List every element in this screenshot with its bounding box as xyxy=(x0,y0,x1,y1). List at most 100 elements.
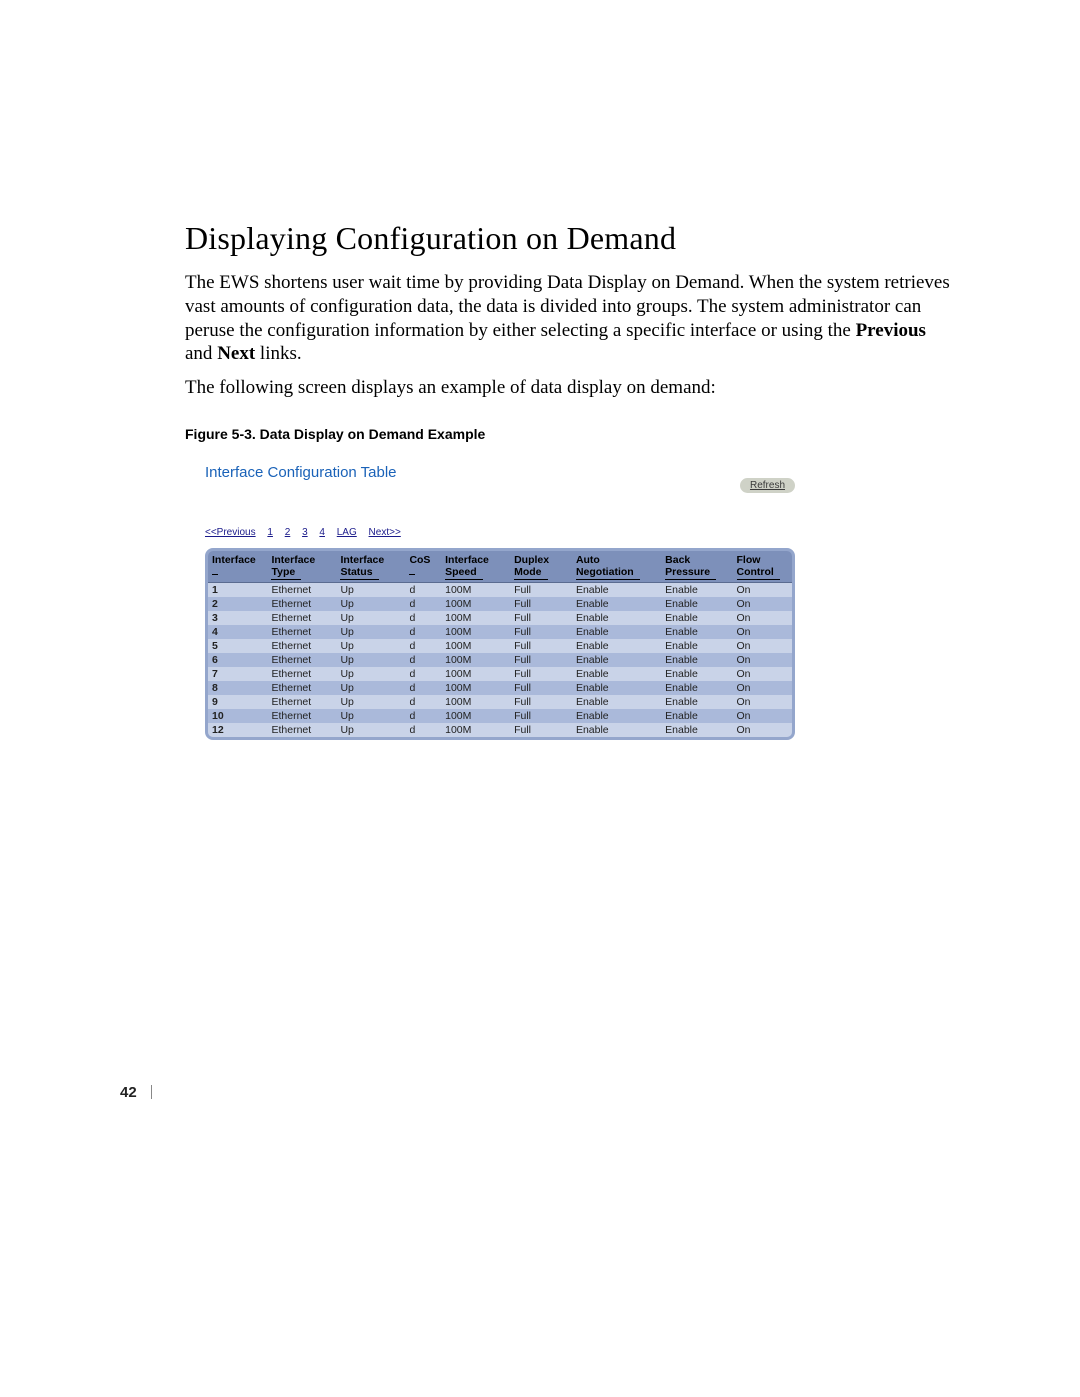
para1-text-mid: and xyxy=(185,343,217,364)
cell-type: Ethernet xyxy=(267,597,336,611)
cell-duplex: Full xyxy=(510,681,572,695)
cell-type: Ethernet xyxy=(267,625,336,639)
cell-status: Up xyxy=(336,709,405,723)
pager-links: <<Previous 1 2 3 4 LAG Next>> xyxy=(205,527,795,538)
cell-speed: 100M xyxy=(441,723,510,737)
cell-back: Enable xyxy=(661,597,732,611)
cell-type: Ethernet xyxy=(267,653,336,667)
page-number: 42 xyxy=(120,1084,152,1101)
cell-iface: 1 xyxy=(208,582,267,597)
cell-type: Ethernet xyxy=(267,723,336,737)
th-interface: Interface xyxy=(208,551,267,583)
cell-cos: d xyxy=(405,597,441,611)
table-row: 12EthernetUpd100MFullEnableEnableOn xyxy=(208,723,792,737)
cell-duplex: Full xyxy=(510,667,572,681)
cell-back: Enable xyxy=(661,582,732,597)
cell-iface: 9 xyxy=(208,695,267,709)
th-interface-speed: InterfaceSpeed xyxy=(441,551,510,583)
cell-flow: On xyxy=(733,611,793,625)
cell-cos: d xyxy=(405,639,441,653)
pager-page-2[interactable]: 2 xyxy=(285,527,291,538)
table-row: 8EthernetUpd100MFullEnableEnableOn xyxy=(208,681,792,695)
paragraph-2: The following screen displays an example… xyxy=(185,376,955,400)
cell-back: Enable xyxy=(661,653,732,667)
cell-status: Up xyxy=(336,653,405,667)
cell-flow: On xyxy=(733,639,793,653)
interface-table-wrap: Interface InterfaceType InterfaceStatus … xyxy=(205,548,795,740)
cell-status: Up xyxy=(336,625,405,639)
cell-auto: Enable xyxy=(572,667,661,681)
page-number-divider xyxy=(151,1085,152,1099)
cell-speed: 100M xyxy=(441,681,510,695)
cell-flow: On xyxy=(733,582,793,597)
figure-screenshot: Interface Configuration Table Refresh <<… xyxy=(205,460,795,740)
pager-lag[interactable]: LAG xyxy=(337,527,357,538)
pager-page-3[interactable]: 3 xyxy=(302,527,308,538)
cell-speed: 100M xyxy=(441,667,510,681)
table-row: 10EthernetUpd100MFullEnableEnableOn xyxy=(208,709,792,723)
cell-auto: Enable xyxy=(572,582,661,597)
cell-status: Up xyxy=(336,611,405,625)
cell-speed: 100M xyxy=(441,695,510,709)
table-row: 7EthernetUpd100MFullEnableEnableOn xyxy=(208,667,792,681)
document-page: Displaying Configuration on Demand The E… xyxy=(0,0,1080,1397)
cell-auto: Enable xyxy=(572,723,661,737)
cell-duplex: Full xyxy=(510,709,572,723)
cell-iface: 8 xyxy=(208,681,267,695)
cell-status: Up xyxy=(336,597,405,611)
cell-back: Enable xyxy=(661,611,732,625)
cell-speed: 100M xyxy=(441,709,510,723)
cell-speed: 100M xyxy=(441,653,510,667)
cell-cos: d xyxy=(405,723,441,737)
cell-iface: 3 xyxy=(208,611,267,625)
th-cos: CoS xyxy=(405,551,441,583)
cell-duplex: Full xyxy=(510,639,572,653)
cell-iface: 7 xyxy=(208,667,267,681)
cell-iface: 10 xyxy=(208,709,267,723)
cell-speed: 100M xyxy=(441,639,510,653)
cell-speed: 100M xyxy=(441,611,510,625)
pager-page-4[interactable]: 4 xyxy=(319,527,325,538)
cell-type: Ethernet xyxy=(267,681,336,695)
cell-speed: 100M xyxy=(441,625,510,639)
cell-iface: 2 xyxy=(208,597,267,611)
table-row: 2EthernetUpd100MFullEnableEnableOn xyxy=(208,597,792,611)
cell-cos: d xyxy=(405,653,441,667)
section-heading: Displaying Configuration on Demand xyxy=(185,220,985,257)
cell-back: Enable xyxy=(661,709,732,723)
cell-back: Enable xyxy=(661,667,732,681)
cell-flow: On xyxy=(733,653,793,667)
para1-text-pre: The EWS shortens user wait time by provi… xyxy=(185,272,950,341)
cell-auto: Enable xyxy=(572,625,661,639)
cell-iface: 6 xyxy=(208,653,267,667)
th-interface-type: InterfaceType xyxy=(267,551,336,583)
cell-type: Ethernet xyxy=(267,611,336,625)
refresh-button[interactable]: Refresh xyxy=(740,478,795,493)
cell-auto: Enable xyxy=(572,653,661,667)
cell-auto: Enable xyxy=(572,695,661,709)
th-auto-negotiation: AutoNegotiation xyxy=(572,551,661,583)
cell-cos: d xyxy=(405,582,441,597)
table-row: 4EthernetUpd100MFullEnableEnableOn xyxy=(208,625,792,639)
cell-cos: d xyxy=(405,681,441,695)
cell-flow: On xyxy=(733,667,793,681)
cell-iface: 5 xyxy=(208,639,267,653)
cell-auto: Enable xyxy=(572,681,661,695)
page-number-value: 42 xyxy=(120,1084,137,1101)
cell-status: Up xyxy=(336,681,405,695)
pager-page-1[interactable]: 1 xyxy=(267,527,273,538)
th-back-pressure: BackPressure xyxy=(661,551,732,583)
screenshot-title: Interface Configuration Table xyxy=(205,460,397,499)
cell-flow: On xyxy=(733,723,793,737)
cell-status: Up xyxy=(336,723,405,737)
cell-status: Up xyxy=(336,639,405,653)
cell-cos: d xyxy=(405,695,441,709)
pager-previous[interactable]: <<Previous xyxy=(205,527,256,538)
cell-back: Enable xyxy=(661,681,732,695)
pager-next[interactable]: Next>> xyxy=(369,527,401,538)
cell-auto: Enable xyxy=(572,611,661,625)
th-duplex-mode: DuplexMode xyxy=(510,551,572,583)
figure-caption: Figure 5-3. Data Display on Demand Examp… xyxy=(185,426,985,442)
cell-back: Enable xyxy=(661,639,732,653)
cell-flow: On xyxy=(733,709,793,723)
